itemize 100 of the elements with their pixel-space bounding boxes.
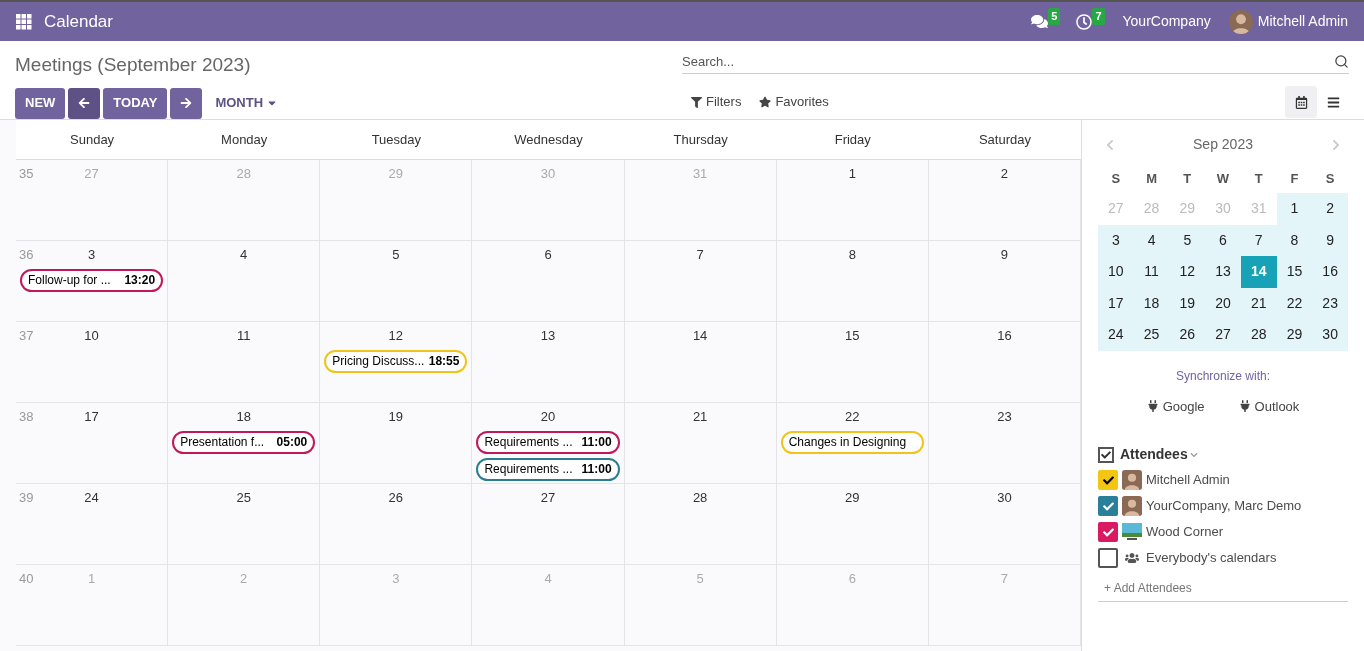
mini-calendar-day[interactable]: 13 <box>1205 256 1241 288</box>
day-number[interactable]: 17 <box>84 407 99 427</box>
mini-calendar-day[interactable]: 5 <box>1169 224 1206 256</box>
app-title[interactable]: Calendar <box>44 8 113 35</box>
check-icon <box>1102 500 1114 512</box>
today-button[interactable]: TODAY <box>103 87 168 119</box>
mini-calendar-day[interactable]: 24 <box>1098 319 1134 351</box>
day-number[interactable]: 22 <box>845 407 860 427</box>
mini-calendar-day[interactable]: 26 <box>1169 319 1206 351</box>
mini-calendar-day[interactable]: 27 <box>1205 319 1241 351</box>
attendee-name: Wood Corner <box>1146 523 1224 542</box>
day-number[interactable]: 15 <box>845 326 860 346</box>
search-field[interactable]: Search... <box>682 50 1334 73</box>
weekday-header: Saturday <box>978 130 1031 149</box>
attendee-checkbox[interactable] <box>1098 470 1118 490</box>
day-number[interactable]: 23 <box>997 407 1012 427</box>
day-number[interactable]: 25 <box>236 488 251 508</box>
day-number[interactable]: 10 <box>84 326 99 346</box>
calendar-view-button[interactable] <box>1285 86 1317 118</box>
mini-calendar-day[interactable]: 10 <box>1098 256 1134 288</box>
outlook-sync-button[interactable]: Outlook <box>1238 396 1300 416</box>
attendees-checkbox[interactable] <box>1098 446 1114 463</box>
mini-calendar-day[interactable]: 30 <box>1312 319 1348 351</box>
scale-dropdown[interactable]: MONTH <box>215 93 279 113</box>
chat-icon[interactable] <box>1031 13 1049 30</box>
mini-calendar-day[interactable]: 28 <box>1240 319 1277 351</box>
day-number[interactable]: 20 <box>540 407 556 427</box>
mini-calendar-day[interactable]: 23 <box>1312 287 1348 319</box>
event-pill[interactable]: Follow-up for ... 13:20 <box>20 268 164 292</box>
notification-badge: 5 <box>1048 8 1061 25</box>
mini-calendar-day[interactable]: 9 <box>1312 224 1348 256</box>
event-pill[interactable]: Changes in Designing <box>780 430 924 454</box>
mini-calendar-day[interactable]: 16 <box>1312 256 1348 288</box>
attendee-checkbox[interactable] <box>1098 548 1118 568</box>
weekday-header: Sunday <box>70 130 115 149</box>
day-number[interactable]: 4 <box>240 245 248 265</box>
day-number[interactable]: 30 <box>997 488 1012 508</box>
day-number[interactable]: 9 <box>1000 245 1009 265</box>
user-name[interactable]: Mitchell Admin <box>1257 11 1348 32</box>
event-time: 11:00 <box>581 461 612 478</box>
event-pill[interactable]: Pricing Discuss... 18:55 <box>324 349 468 373</box>
arrow-right-icon <box>180 97 193 109</box>
mini-calendar-day[interactable]: 11 <box>1133 256 1170 288</box>
day-number[interactable]: 16 <box>997 326 1012 346</box>
list-icon <box>1326 95 1340 109</box>
mini-calendar-day[interactable]: 20 <box>1205 287 1241 319</box>
day-number[interactable]: 7 <box>696 245 704 265</box>
mini-calendar-day[interactable]: 15 <box>1276 256 1313 288</box>
event-pill[interactable]: Requirements ... 11:00 <box>476 457 620 481</box>
mini-calendar-day[interactable]: 7 <box>1240 224 1277 256</box>
mini-calendar-day[interactable]: 1 <box>1276 193 1313 225</box>
day-number[interactable]: 26 <box>388 488 404 508</box>
mini-calendar-day[interactable]: 29 <box>1276 319 1313 351</box>
mini-calendar-day[interactable]: 12 <box>1169 256 1206 288</box>
previous-button[interactable] <box>68 87 101 119</box>
attendee-checkbox[interactable] <box>1098 496 1118 516</box>
day-number[interactable]: 18 <box>236 407 251 427</box>
mini-calendar-day[interactable]: 2 <box>1312 193 1348 225</box>
mini-calendar-day[interactable]: 25 <box>1133 319 1170 351</box>
google-sync-button[interactable]: Google <box>1146 396 1205 416</box>
favorites-button[interactable]: Favorites <box>759 92 829 112</box>
attendee-checkbox[interactable] <box>1098 522 1118 542</box>
new-button[interactable]: NEW <box>15 87 66 119</box>
day-number[interactable]: 19 <box>388 407 404 427</box>
day-number[interactable]: 2 <box>1000 164 1009 184</box>
apps-grid-icon[interactable] <box>16 13 32 30</box>
search-icon[interactable] <box>1334 54 1349 69</box>
day-number[interactable]: 5 <box>392 245 400 265</box>
day-number[interactable]: 8 <box>848 245 856 265</box>
day-number[interactable]: 27 <box>540 488 556 508</box>
weekday-letter: F <box>1290 170 1299 189</box>
day-number[interactable]: 24 <box>84 488 99 508</box>
chevron-down-icon[interactable] <box>1189 450 1198 459</box>
attendee-name: YourCompany, Marc Demo <box>1146 497 1302 516</box>
next-button[interactable] <box>170 87 203 119</box>
mini-calendar-day[interactable]: 4 <box>1133 224 1170 256</box>
day-number[interactable]: 14 <box>692 326 708 346</box>
event-pill[interactable]: Requirements ... 11:00 <box>476 430 620 454</box>
day-number[interactable]: 21 <box>692 407 708 427</box>
day-number[interactable]: 3 <box>87 245 96 265</box>
day-number[interactable]: 11 <box>236 326 251 346</box>
day-number[interactable]: 13 <box>540 326 556 346</box>
event-pill[interactable]: Presentation f... 05:00 <box>172 430 316 454</box>
mini-calendar-day[interactable]: 3 <box>1098 224 1134 256</box>
clock-icon[interactable] <box>1076 13 1093 30</box>
day-number[interactable]: 29 <box>845 488 860 508</box>
sync-label: Synchronize with: <box>1175 367 1270 385</box>
mini-calendar-day[interactable]: 17 <box>1098 287 1134 319</box>
day-number[interactable]: 1 <box>848 164 856 184</box>
mini-calendar-day[interactable]: 6 <box>1205 224 1241 256</box>
mini-calendar-day[interactable]: 19 <box>1169 287 1206 319</box>
add-attendees-link[interactable]: + Add Attendees <box>1104 581 1192 595</box>
day-number[interactable]: 28 <box>692 488 708 508</box>
company-name[interactable]: YourCompany <box>1122 11 1211 32</box>
day-number[interactable]: 6 <box>544 245 552 265</box>
filters-button[interactable]: Filters <box>691 92 742 112</box>
day-number[interactable]: 12 <box>388 326 404 346</box>
attendees-heading[interactable]: Attendees <box>1120 444 1188 465</box>
weekday-letter: W <box>1216 170 1230 189</box>
event-title: Pricing Discuss... <box>332 353 425 370</box>
